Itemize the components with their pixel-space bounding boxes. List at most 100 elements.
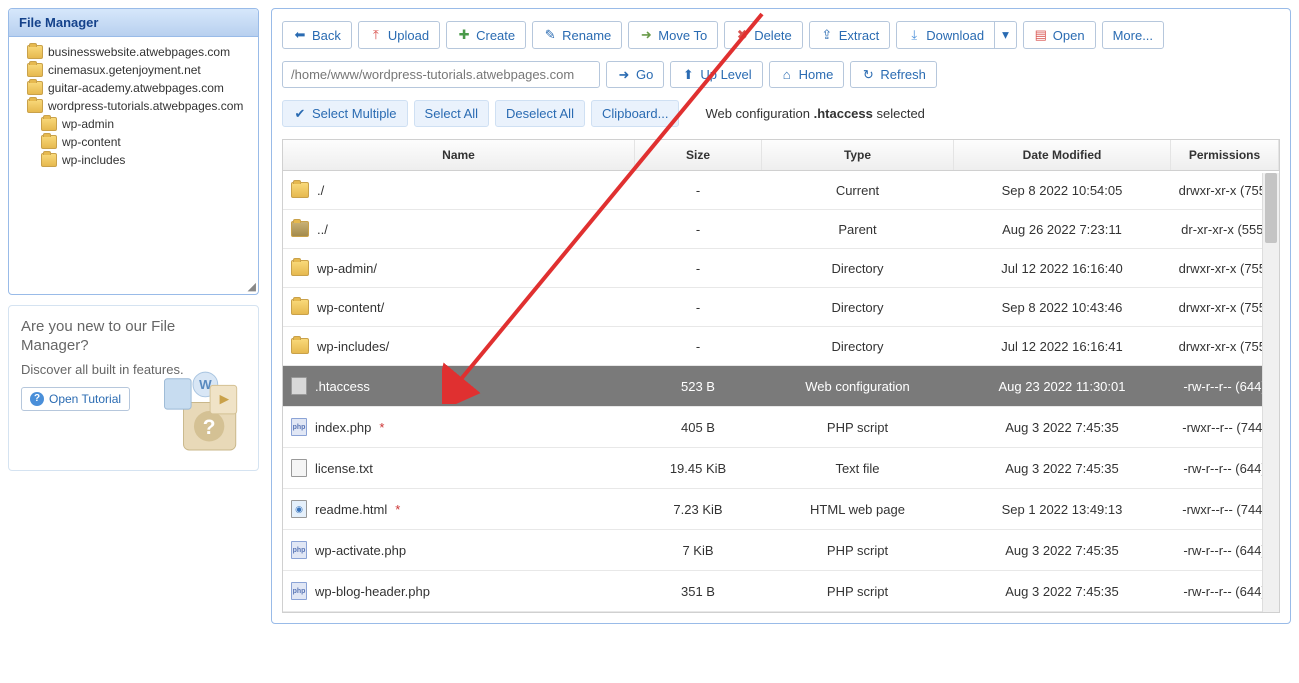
file-date: Aug 26 2022 7:23:11	[954, 210, 1171, 249]
folder-icon	[41, 153, 57, 167]
chevron-down-icon: ▾	[1002, 27, 1009, 43]
file-date: Aug 23 2022 11:30:01	[954, 366, 1171, 407]
tree-label: businesswebsite.atwebpages.com	[48, 45, 230, 59]
tree-item[interactable]: wordpress-tutorials.atwebpages.com	[13, 97, 254, 115]
tree-item[interactable]: wp-admin	[13, 115, 254, 133]
open-button[interactable]: ▤Open	[1023, 21, 1096, 49]
folder-icon	[291, 182, 309, 198]
folder-icon	[291, 260, 309, 276]
file-date: Jul 12 2022 16:16:40	[954, 249, 1171, 288]
table-row[interactable]: ◉readme.html*7.23 KiBHTML web pageSep 1 …	[283, 489, 1279, 530]
tree-item[interactable]: businesswebsite.atwebpages.com	[13, 43, 254, 61]
delete-icon: ✖	[735, 28, 749, 42]
file-name: wp-admin/	[317, 261, 377, 276]
table-row[interactable]: phpwp-blog-header.php351 BPHP scriptAug …	[283, 571, 1279, 612]
file-date: Aug 3 2022 7:45:35	[954, 407, 1171, 448]
config-file-icon	[291, 377, 307, 395]
file-name: wp-content/	[317, 300, 384, 315]
parent-folder-icon	[291, 221, 309, 237]
table-row[interactable]: ./-CurrentSep 8 2022 10:54:05drwxr-xr-x …	[283, 171, 1279, 210]
file-size: -	[635, 288, 762, 327]
up-level-button[interactable]: ⬆Up Level	[670, 61, 762, 88]
file-name: index.php	[315, 420, 371, 435]
move-button[interactable]: ➜Move To	[628, 21, 718, 49]
file-tree-panel: File Manager businesswebsite.atwebpages.…	[8, 8, 259, 295]
folder-icon	[41, 117, 57, 131]
resize-handle[interactable]: ◢	[9, 279, 258, 294]
file-size: -	[635, 249, 762, 288]
col-size[interactable]: Size	[635, 140, 762, 171]
tree-label: wp-admin	[62, 117, 114, 131]
col-perm[interactable]: Permissions	[1171, 140, 1279, 171]
tree-item[interactable]: wp-content	[13, 133, 254, 151]
file-name: .htaccess	[315, 379, 370, 394]
open-tutorial-button[interactable]: ? Open Tutorial	[21, 387, 130, 411]
file-size: -	[635, 171, 762, 210]
deselect-all-button[interactable]: Deselect All	[495, 100, 585, 127]
file-listing: Name Size Type Date Modified Permissions…	[282, 139, 1280, 613]
col-name[interactable]: Name	[283, 140, 635, 171]
table-row[interactable]: phpwp-activate.php7 KiBPHP scriptAug 3 2…	[283, 530, 1279, 571]
scroll-thumb[interactable]	[1265, 173, 1277, 243]
go-button[interactable]: ➜Go	[606, 61, 664, 88]
more-button[interactable]: More...	[1102, 21, 1164, 49]
create-icon: ✚	[457, 28, 471, 42]
promo-title: Are you new to our File Manager?	[21, 318, 246, 356]
extract-button[interactable]: ⇪Extract	[809, 21, 890, 49]
file-name: wp-activate.php	[315, 543, 406, 558]
table-row[interactable]: ../-ParentAug 26 2022 7:23:11dr-xr-xr-x …	[283, 210, 1279, 249]
tree-item[interactable]: wp-includes	[13, 151, 254, 169]
php-file-icon: php	[291, 582, 307, 600]
tree-item[interactable]: cinemasux.getenjoyment.net	[13, 61, 254, 79]
action-toolbar: ⬅Back ⤒Upload ✚Create ✎Rename ➜Move To ✖…	[282, 21, 1280, 49]
open-icon: ▤	[1034, 28, 1048, 42]
refresh-button[interactable]: ↻Refresh	[850, 61, 937, 88]
file-size: 7 KiB	[635, 530, 762, 571]
back-button[interactable]: ⬅Back	[282, 21, 352, 49]
file-date: Aug 3 2022 7:45:35	[954, 448, 1171, 489]
table-row[interactable]: wp-includes/-DirectoryJul 12 2022 16:16:…	[283, 327, 1279, 366]
create-button[interactable]: ✚Create	[446, 21, 526, 49]
tree-label: guitar-academy.atwebpages.com	[48, 81, 224, 95]
folder-icon	[27, 45, 43, 59]
tree-label: wp-includes	[62, 153, 125, 167]
home-button[interactable]: ⌂Home	[769, 61, 845, 88]
table-row[interactable]: phpindex.php*405 BPHP scriptAug 3 2022 7…	[283, 407, 1279, 448]
delete-button[interactable]: ✖Delete	[724, 21, 803, 49]
rename-icon: ✎	[543, 28, 557, 42]
file-date: Sep 8 2022 10:43:46	[954, 288, 1171, 327]
selection-status: Web configuration .htaccess selected	[705, 106, 924, 121]
folder-icon	[291, 299, 309, 315]
move-icon: ➜	[639, 28, 653, 42]
file-size: -	[635, 210, 762, 249]
rename-button[interactable]: ✎Rename	[532, 21, 622, 49]
scrollbar[interactable]	[1262, 173, 1279, 612]
col-date[interactable]: Date Modified	[954, 140, 1171, 171]
tutorial-promo: Are you new to our File Manager? Discove…	[8, 305, 259, 471]
file-type: Directory	[762, 327, 954, 366]
clipboard-button[interactable]: Clipboard...	[591, 100, 679, 127]
file-size: 351 B	[635, 571, 762, 612]
table-row[interactable]: wp-admin/-DirectoryJul 12 2022 16:16:40d…	[283, 249, 1279, 288]
select-all-button[interactable]: Select All	[414, 100, 489, 127]
tree-label: wp-content	[62, 135, 121, 149]
upload-button[interactable]: ⤒Upload	[358, 21, 440, 49]
file-type: PHP script	[762, 571, 954, 612]
table-row[interactable]: license.txt19.45 KiBText fileAug 3 2022 …	[283, 448, 1279, 489]
php-file-icon: php	[291, 541, 307, 559]
table-row[interactable]: wp-content/-DirectorySep 8 2022 10:43:46…	[283, 288, 1279, 327]
tree-label: cinemasux.getenjoyment.net	[48, 63, 201, 77]
download-caret[interactable]: ▾	[995, 21, 1017, 49]
file-name: wp-blog-header.php	[315, 584, 430, 599]
download-button[interactable]: ⤓Download	[896, 21, 995, 49]
select-multiple-button[interactable]: ✔Select Multiple	[282, 100, 408, 127]
file-size: 523 B	[635, 366, 762, 407]
table-row[interactable]: .htaccess523 BWeb configurationAug 23 20…	[283, 366, 1279, 407]
main-panel: ⬅Back ⤒Upload ✚Create ✎Rename ➜Move To ✖…	[271, 8, 1291, 624]
col-type[interactable]: Type	[762, 140, 954, 171]
extract-icon: ⇪	[820, 28, 834, 42]
path-input[interactable]	[282, 61, 600, 88]
tree-item[interactable]: guitar-academy.atwebpages.com	[13, 79, 254, 97]
folder-icon	[27, 99, 43, 113]
folder-icon	[27, 63, 43, 77]
